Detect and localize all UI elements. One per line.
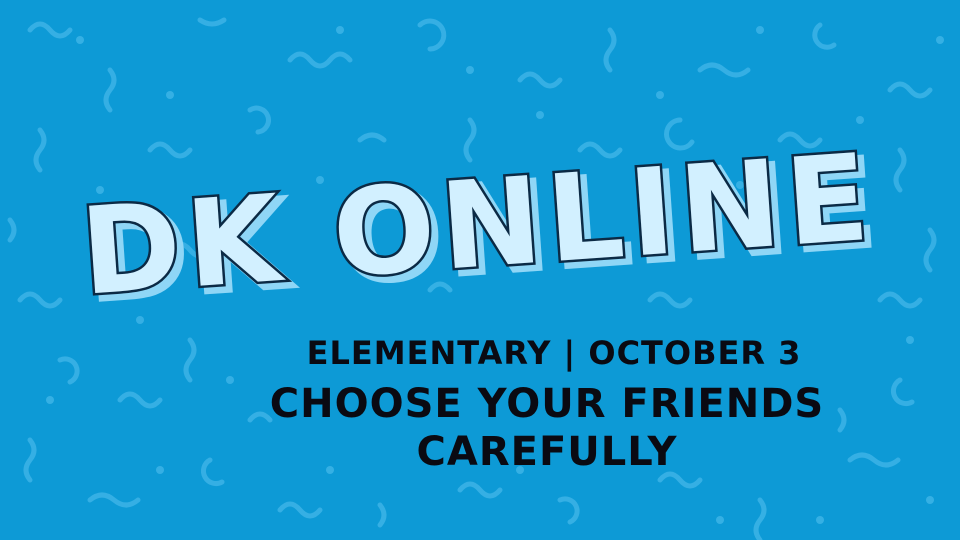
lesson-title-line-2: CAREFULLY	[416, 429, 678, 475]
main-title: DK ONLINE DK ONLINE	[0, 126, 960, 331]
title-slide: DK ONLINE DK ONLINE ELEMENTARY | OCTOBER…	[0, 0, 960, 540]
lesson-title-line-1: CHOOSE YOUR FRIENDS	[269, 381, 825, 427]
subtitle-grade-date: ELEMENTARY | OCTOBER 3	[306, 334, 802, 372]
title-text: DK ONLINE	[77, 140, 879, 320]
